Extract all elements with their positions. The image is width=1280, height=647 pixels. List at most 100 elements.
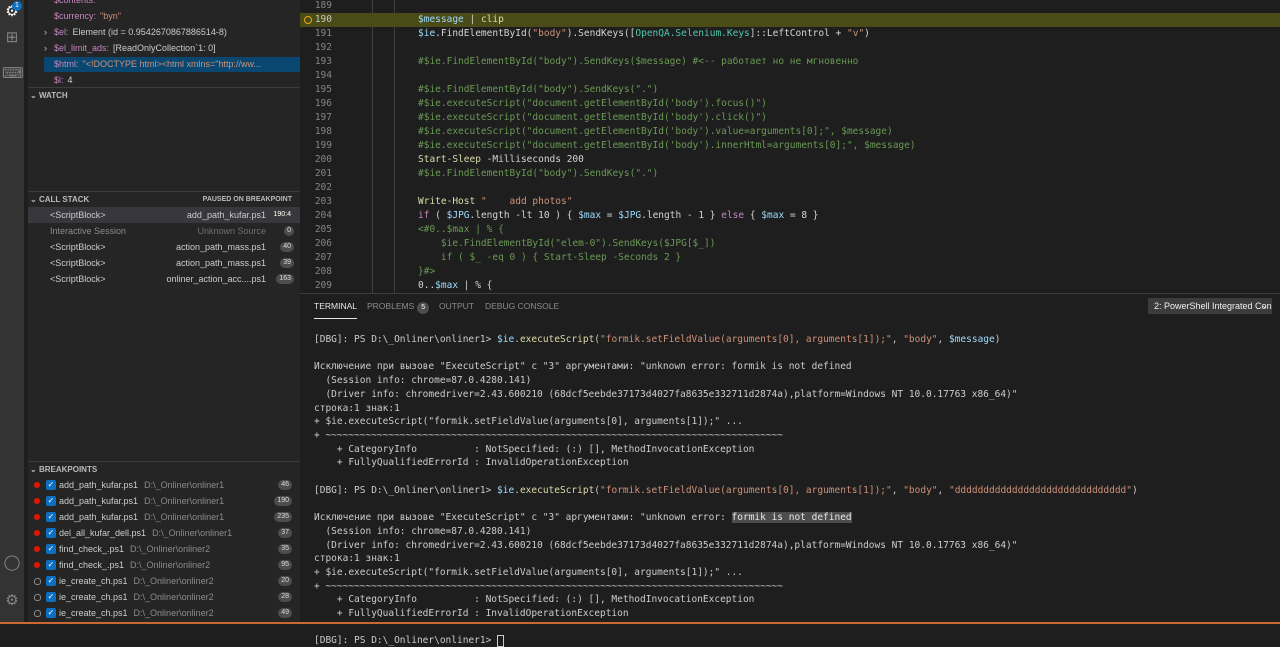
tab-label: TERMINAL [314, 301, 357, 311]
breakpoint-item[interactable]: ✓ ie_create_ch.ps1 D:\_Onliner\onliner2 49 [28, 605, 300, 621]
line-number: 193 [314, 56, 332, 67]
call-stack-frame[interactable]: <ScriptBlock> add_path_kufar.ps1 190:4 [28, 207, 300, 223]
chevron-down-icon: ⌄ [30, 195, 39, 204]
breakpoint-item[interactable]: ✓ ie_create_ch.ps1 D:\_Onliner\onliner2 20 [28, 573, 300, 589]
tab-problems[interactable]: PROBLEMS 5 [367, 294, 430, 318]
call-stack-title: CALL STACK [38, 195, 90, 204]
checkbox-icon[interactable]: ✓ [46, 576, 56, 586]
checkbox-icon[interactable]: ✓ [46, 608, 56, 618]
terminal-line: + FullyQualifiedErrorId : InvalidOperati… [314, 457, 629, 469]
code-line[interactable]: 206 $ie.FindElementById("elem-0").SendKe… [300, 237, 1280, 251]
code-line[interactable]: 194 [300, 69, 1280, 83]
code-text: $ie.FindElementById("body").SendKeys([Op… [418, 28, 870, 39]
code-line[interactable]: 189 [300, 0, 1280, 13]
terminal-select[interactable]: 2: PowerShell Integrated Console ⌄ [1148, 298, 1272, 314]
chevron-right-icon: › [44, 27, 47, 37]
breakpoint-file: find_check_.ps1 [59, 560, 125, 570]
settings-gear-icon[interactable]: ⚙ [2, 591, 22, 611]
code-line[interactable]: 190 $message | clip [300, 13, 1280, 27]
terminal-line: (Driver info: chromedriver=2.43.600210 (… [314, 539, 1018, 551]
breakpoint-item[interactable]: ✓ add_path_kufar.ps1 D:\_Onliner\onliner1 1… [28, 493, 300, 509]
breakpoint-dot-icon [34, 594, 41, 601]
variable-row[interactable]: › $el: Element (id = 0.9542670867886514-8) [44, 25, 300, 40]
code-line[interactable]: 208}#> [300, 265, 1280, 279]
code-line[interactable]: 195 #$ie.FindElementById("body").SendKeys… [300, 83, 1280, 97]
code-line[interactable]: 193 #$ie.FindElementById("body").SendKeys… [300, 55, 1280, 69]
extensions-icon[interactable]: ⊞ [2, 28, 22, 48]
checkbox-icon[interactable]: ✓ [46, 480, 56, 490]
breakpoint-dot-icon [34, 546, 40, 552]
terminal-line: [DBG]: PS D:\_Onliner\onliner1> $ie.exec… [314, 484, 1138, 496]
call-stack-frame[interactable]: Interactive Session Unknown Source 0 [28, 223, 300, 239]
call-stack-frame[interactable]: <ScriptBlock> onliner_action_acc....ps1 16… [28, 271, 300, 287]
powershell-icon[interactable]: ⌨ [2, 64, 24, 84]
breakpoint-item[interactable]: ✓ del_all_kufar_dell.ps1 D:\_Onliner\onlin… [28, 525, 300, 541]
terminal-line: строка:1 знак:1 [314, 553, 400, 565]
checkbox-icon[interactable]: ✓ [46, 544, 56, 554]
line-number: 198 [314, 126, 332, 137]
tab-debug-console[interactable]: DEBUG CONSOLE [485, 294, 559, 318]
breakpoint-path: D:\_Onliner\onliner1 [144, 512, 225, 522]
problems-count-badge: 5 [417, 302, 430, 314]
terminal-line: (Session info: chrome=87.0.4280.141) [314, 525, 532, 537]
checkbox-icon[interactable]: ✓ [46, 592, 56, 602]
code-line[interactable]: 209 0..$max | % { [300, 279, 1280, 293]
checkbox-icon[interactable]: ✓ [46, 496, 56, 506]
bottom-panel: TERMINAL PROBLEMS 5 OUTPUT DEBUG CONSOLE 2: … [300, 293, 1280, 647]
breakpoint-item[interactable]: ✓ add_path_kufar.ps1 D:\_Onliner\onliner1 2… [28, 509, 300, 525]
code-text: Start-Sleep -Milliseconds 200 [418, 154, 584, 165]
code-line[interactable]: 197 #$ie.executeScript("document.getEleme… [300, 111, 1280, 125]
breakpoint-item[interactable]: ✓ add_path_kufar.ps1 D:\_Onliner\onliner1 4… [28, 477, 300, 493]
checkbox-icon[interactable]: ✓ [46, 528, 56, 538]
code-line[interactable]: 201 #$ie.FindElementById("body").SendKeys… [300, 167, 1280, 181]
code-line[interactable]: 192 [300, 41, 1280, 55]
frame-name: <ScriptBlock> [50, 258, 106, 268]
frame-name: <ScriptBlock> [50, 210, 106, 220]
frame-name: Interactive Session [50, 226, 127, 236]
tab-label: PROBLEMS [367, 301, 415, 311]
code-line[interactable]: 199 #$ie.executeScript("document.getEleme… [300, 139, 1280, 153]
watch-section-header[interactable]: ⌄ WATCH [28, 87, 300, 103]
tab-output[interactable]: OUTPUT [439, 294, 474, 318]
tab-terminal[interactable]: TERMINAL [314, 294, 357, 319]
code-editor[interactable]: 189 190 $message | clip 191 $ie.FindElementB… [300, 0, 1280, 293]
activity-bar: ⚙ 1 ⊞ ⌨ ◯ ⚙ [0, 0, 24, 624]
variable-row[interactable]: $i: 4 [44, 73, 300, 88]
code-line[interactable]: 202 [300, 181, 1280, 195]
checkbox-icon[interactable]: ✓ [46, 560, 56, 570]
code-text: #$ie.FindElementById("body").SendKeys(".… [418, 168, 659, 179]
code-line[interactable]: 205 <#0..$max | % { [300, 223, 1280, 237]
breakpoint-item[interactable]: ✓ ie_create_ch.ps1 D:\_Onliner\onliner2 28 [28, 589, 300, 605]
line-number: 205 [314, 224, 332, 235]
terminal-line: [DBG]: PS D:\_Onliner\onliner1> $ie.exec… [314, 334, 1001, 345]
code-line[interactable]: 191 $ie.FindElementById("body").SendKeys(… [300, 27, 1280, 41]
code-line[interactable]: 204 if ( $JPG.length -lt 10 ) { $max = $J… [300, 209, 1280, 223]
code-line[interactable]: 207 if ( $_ -eq 0 ) { Start-Sleep -Secon… [300, 251, 1280, 265]
call-stack-section-header[interactable]: ⌄ CALL STACK PAUSED ON BREAKPOINT [28, 191, 300, 207]
code-line[interactable]: 200 Start-Sleep -Milliseconds 200 [300, 153, 1280, 167]
breakpoint-path: D:\_Onliner\onliner2 [133, 592, 214, 602]
breakpoint-item[interactable]: ✓ find_check_.ps1 D:\_Onliner\onliner2 35 [28, 541, 300, 557]
variable-row[interactable]: $contents: [44, 0, 300, 8]
breakpoint-item[interactable]: ✓ find_check_.ps1 D:\_Onliner\onliner2 95 [28, 557, 300, 573]
line-number: 206 [314, 238, 332, 249]
code-line[interactable]: 196 #$ie.executeScript("document.getEleme… [300, 97, 1280, 111]
terminal-line: + CategoryInfo : NotSpecified: (:) [], M… [314, 594, 755, 606]
code-line[interactable]: 203 Write-Host " add photos" [300, 195, 1280, 209]
frame-line-badge: 40 [280, 242, 294, 252]
variable-row[interactable]: › $el_limit_ads: [ReadOnlyCollection`1: 0] [44, 41, 300, 56]
breakpoint-dot-icon [34, 514, 40, 520]
call-stack-frame[interactable]: <ScriptBlock> action_path_mass.ps1 39 [28, 255, 300, 271]
variable-value: "<!DOCTYPE html><html xmlns="http://ww..… [82, 59, 261, 69]
breakpoints-section-header[interactable]: ⌄ BREAKPOINTS [28, 461, 300, 477]
call-stack-frame[interactable]: <ScriptBlock> action_path_mass.ps1 40 [28, 239, 300, 255]
checkbox-icon[interactable]: ✓ [46, 512, 56, 522]
code-text: $ie.FindElementById("elem-0").SendKeys($… [418, 238, 716, 249]
account-icon[interactable]: ◯ [2, 553, 22, 573]
code-line[interactable]: 198 #$ie.executeScript("document.getEleme… [300, 125, 1280, 139]
variable-row[interactable]: $currency: "byn" [44, 9, 300, 24]
terminal-line: [DBG]: PS D:\_Onliner\onliner1> [314, 634, 505, 647]
variable-row[interactable]: $html: "<!DOCTYPE html><html xmlns="http:… [44, 57, 300, 72]
terminal-line: Исключение при вызове "ExecuteScript" с … [314, 361, 852, 373]
breakpoint-line-badge: 95 [278, 560, 292, 570]
